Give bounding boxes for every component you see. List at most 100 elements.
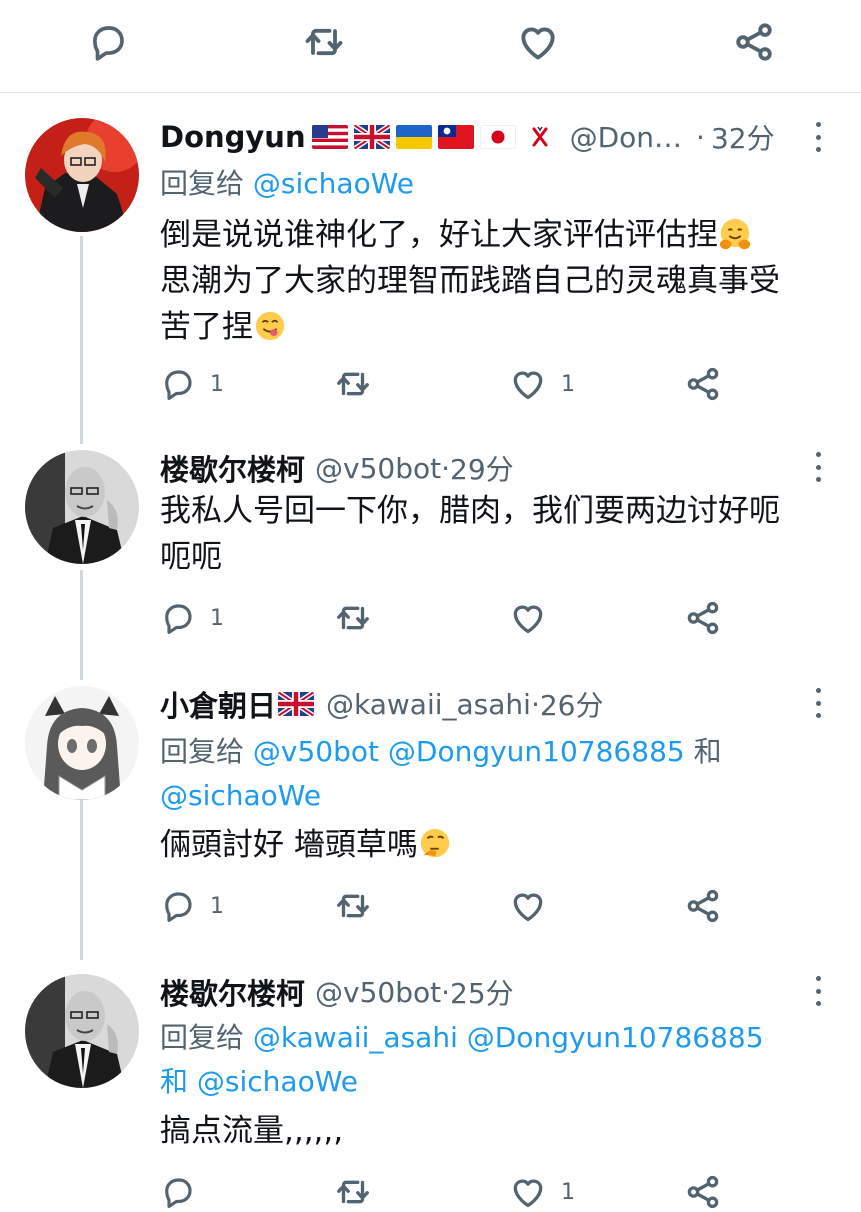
share-icon <box>687 1175 719 1209</box>
share-icon <box>736 23 772 61</box>
retweet-icon <box>337 894 369 918</box>
share-button[interactable] <box>684 364 722 404</box>
tweet-actions: 1 <box>160 886 740 926</box>
retweet-icon <box>337 606 369 630</box>
taiwan-flag <box>437 125 474 149</box>
retweet-button[interactable] <box>334 598 372 638</box>
timestamp[interactable]: 32分 <box>711 117 775 157</box>
timestamp[interactable]: 29分 <box>450 448 514 488</box>
reply-button[interactable] <box>160 1172 210 1212</box>
like-icon <box>513 893 543 922</box>
more-options-icon[interactable] <box>810 688 826 718</box>
share-button[interactable] <box>730 18 778 66</box>
reply-icon <box>165 1178 192 1208</box>
like-count: 1 <box>561 371 575 397</box>
handle[interactable]: @v50bot <box>315 452 441 485</box>
display-name[interactable]: 小倉朝日 <box>160 684 276 724</box>
reply-button[interactable]: 1 <box>160 598 224 638</box>
text-line: 倒是说说谁神化了，好让大家评估评估捏 <box>160 217 718 253</box>
reply-to-label: 回复给 <box>160 167 245 200</box>
more-options-icon[interactable] <box>810 976 826 1006</box>
retweet-icon <box>305 28 343 56</box>
separator: · <box>441 975 451 1009</box>
retweet-button[interactable] <box>334 886 372 926</box>
reply-icon <box>165 604 192 634</box>
separator: · <box>441 451 451 485</box>
japan-flag <box>479 125 516 149</box>
retweet-button[interactable] <box>334 1172 372 1212</box>
retweet-button[interactable] <box>300 18 348 66</box>
like-count: 1 <box>561 1179 575 1205</box>
top-action-bar <box>0 0 861 93</box>
avatar[interactable] <box>25 686 139 800</box>
reply-count: 1 <box>210 893 224 919</box>
handle[interactable]: @kawaii_asahi <box>326 688 531 721</box>
separator: · <box>530 687 540 721</box>
text-line: 我私人号回一下你，腊肉，我们要两边讨好呃 <box>160 493 780 529</box>
more-options-icon[interactable] <box>810 122 826 152</box>
display-name[interactable]: 楼歇尔楼柯 <box>160 448 305 488</box>
display-name[interactable]: Dongyun <box>160 120 306 154</box>
share-icon <box>687 367 719 401</box>
tweet-header: Dongyun @Don… · 32分 <box>160 117 800 157</box>
timestamp[interactable]: 25分 <box>450 972 514 1012</box>
reply-count: 1 <box>210 605 224 631</box>
tweet-text: 倒是说说谁神化了，好让大家评估评估捏 思潮为了大家的理智而践踏自己的灵魂真事受 … <box>160 212 840 350</box>
like-icon <box>513 1179 543 1208</box>
retweet-icon <box>337 372 369 396</box>
share-button[interactable] <box>684 598 722 638</box>
share-button[interactable] <box>684 886 722 926</box>
mention-link[interactable]: @sichaoWe <box>160 779 321 812</box>
tweet-text: 搞点流量,,,,,, <box>160 1108 840 1154</box>
like-icon <box>513 605 543 634</box>
more-options-icon[interactable] <box>810 452 826 482</box>
separator: · <box>696 120 705 154</box>
like-button[interactable] <box>514 18 562 66</box>
avatar[interactable] <box>25 974 139 1088</box>
share-button[interactable] <box>684 1172 722 1212</box>
text-line: 呃呃 <box>160 539 222 575</box>
reply-icon <box>165 370 192 400</box>
reply-to-and: 和 <box>684 735 722 768</box>
timestamp[interactable]: 26分 <box>540 684 604 724</box>
mention-link[interactable]: @sichaoWe <box>197 1065 358 1098</box>
reply-button[interactable]: 1 <box>160 886 224 926</box>
tweet-header: 楼歇尔楼柯 @v50bot · 29分 <box>160 448 800 488</box>
like-icon <box>521 27 555 60</box>
like-button[interactable] <box>509 598 561 638</box>
reply-icon <box>165 892 192 922</box>
reply-button[interactable]: 1 <box>160 364 224 404</box>
us-flag <box>311 125 348 149</box>
reply-icon <box>93 26 124 61</box>
text-line: 倆頭討好 墻頭草嗎 <box>160 827 418 863</box>
tweet-text: 倆頭討好 墻頭草嗎 <box>160 822 840 868</box>
hugging-face-emoji <box>719 218 751 250</box>
mention-link[interactable]: @sichaoWe <box>253 167 414 200</box>
thread-connector <box>80 570 83 680</box>
tweet-actions: 1 <box>160 598 740 638</box>
yum-face-emoji <box>255 311 285 341</box>
text-line: 苦了捏 <box>160 309 253 345</box>
display-name[interactable]: 楼歇尔楼柯 <box>160 972 305 1012</box>
handle[interactable]: @Don… <box>570 121 682 154</box>
uk-flag <box>353 125 390 149</box>
cross-mark-icon <box>522 125 558 149</box>
reply-to-label: 回复给 <box>160 1021 245 1054</box>
mention-link[interactable]: @kawaii_asahi @Dongyun10786885 <box>253 1021 764 1054</box>
handle[interactable]: @v50bot <box>315 976 441 1009</box>
retweet-button[interactable] <box>334 364 372 404</box>
retweet-icon <box>337 1180 369 1204</box>
reply-to-line: 回复给 @sichaoWe <box>160 162 820 206</box>
reply-to-line: 回复给 @v50bot @Dongyun10786885 和 @sichaoWe <box>160 730 820 818</box>
like-icon <box>513 371 543 400</box>
reply-to-label: 回复给 <box>160 735 245 768</box>
avatar[interactable] <box>25 450 139 564</box>
mention-link[interactable]: @v50bot @Dongyun10786885 <box>253 735 685 768</box>
like-button[interactable]: 1 <box>509 364 575 404</box>
reply-count: 1 <box>210 371 224 397</box>
avatar[interactable] <box>25 118 139 232</box>
like-button[interactable] <box>509 886 561 926</box>
like-button[interactable]: 1 <box>509 1172 575 1212</box>
reply-button[interactable] <box>84 18 132 66</box>
tweet-text: 我私人号回一下你，腊肉，我们要两边讨好呃 呃呃 <box>160 488 840 580</box>
